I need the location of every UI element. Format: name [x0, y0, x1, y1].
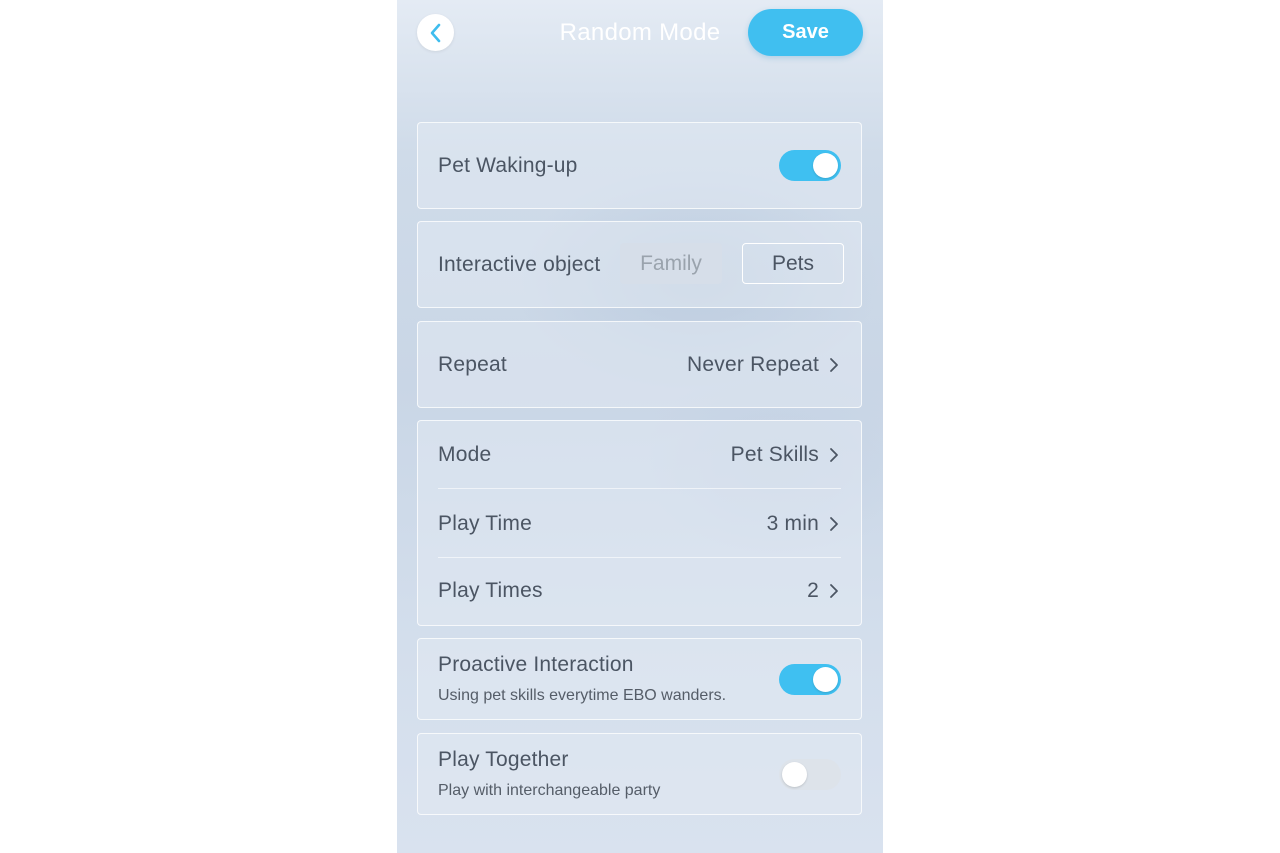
- pet-waking-up-label: Pet Waking-up: [438, 153, 578, 177]
- proactive-interaction-description: Using pet skills everytime EBO wanders.: [438, 687, 727, 704]
- play-times-selector[interactable]: 2: [807, 579, 841, 603]
- repeat-label: Repeat: [438, 352, 507, 376]
- mode-label: Mode: [438, 443, 492, 466]
- play-time-row[interactable]: Play Time 3 min: [418, 489, 861, 558]
- play-together-texts: Play Together Play with interchangeable …: [438, 748, 660, 800]
- play-together-description: Play with interchangeable party: [438, 782, 661, 799]
- proactive-interaction-texts: Proactive Interaction Using pet skills e…: [438, 653, 726, 705]
- save-button[interactable]: Save: [748, 9, 863, 56]
- play-together-toggle[interactable]: [779, 758, 841, 790]
- play-together-card: Play Together Play with interchangeable …: [417, 733, 862, 815]
- play-times-label: Play Times: [438, 579, 543, 602]
- interactive-object-label: Interactive object: [438, 252, 601, 276]
- repeat-value: Never Repeat: [687, 352, 819, 376]
- repeat-card: Repeat Never Repeat: [417, 321, 862, 408]
- mode-selector[interactable]: Pet Skills: [731, 443, 841, 467]
- mode-row[interactable]: Mode Pet Skills: [418, 421, 861, 489]
- interactive-object-row: Interactive object Family Pets: [418, 222, 861, 307]
- proactive-interaction-toggle[interactable]: [779, 663, 841, 695]
- chevron-right-icon: [827, 584, 841, 598]
- option-family-button[interactable]: Family: [620, 243, 722, 284]
- app-screen: Random Mode Save Pet Waking-up Interacti…: [397, 0, 883, 853]
- option-pets-button[interactable]: Pets: [742, 243, 844, 284]
- play-together-title: Play Together: [438, 748, 569, 771]
- pet-waking-up-toggle[interactable]: [779, 150, 841, 181]
- pet-waking-up-card: Pet Waking-up: [417, 122, 862, 209]
- proactive-interaction-title: Proactive Interaction: [438, 653, 634, 676]
- interactive-object-card: Interactive object Family Pets: [417, 221, 862, 308]
- toggle-knob: [782, 761, 807, 787]
- proactive-interaction-row: Proactive Interaction Using pet skills e…: [418, 639, 861, 719]
- mode-settings-card: Mode Pet Skills Play Time 3 min Play Tim…: [417, 420, 862, 626]
- chevron-right-icon: [827, 448, 841, 462]
- chevron-right-icon: [827, 357, 841, 372]
- repeat-selector[interactable]: Never Repeat: [687, 353, 841, 377]
- play-time-selector[interactable]: 3 min: [767, 512, 841, 536]
- proactive-interaction-card: Proactive Interaction Using pet skills e…: [417, 638, 862, 720]
- play-times-row[interactable]: Play Times 2: [418, 558, 861, 624]
- play-together-row: Play Together Play with interchangeable …: [418, 734, 861, 814]
- toggle-knob: [813, 153, 838, 178]
- play-time-value: 3 min: [766, 511, 819, 535]
- play-times-value: 2: [807, 579, 819, 602]
- mode-value: Pet Skills: [730, 443, 819, 466]
- repeat-row[interactable]: Repeat Never Repeat: [418, 322, 861, 407]
- toggle-knob: [813, 666, 838, 692]
- play-time-label: Play Time: [438, 511, 532, 535]
- chevron-right-icon: [827, 516, 841, 531]
- pet-waking-up-row: Pet Waking-up: [418, 123, 861, 208]
